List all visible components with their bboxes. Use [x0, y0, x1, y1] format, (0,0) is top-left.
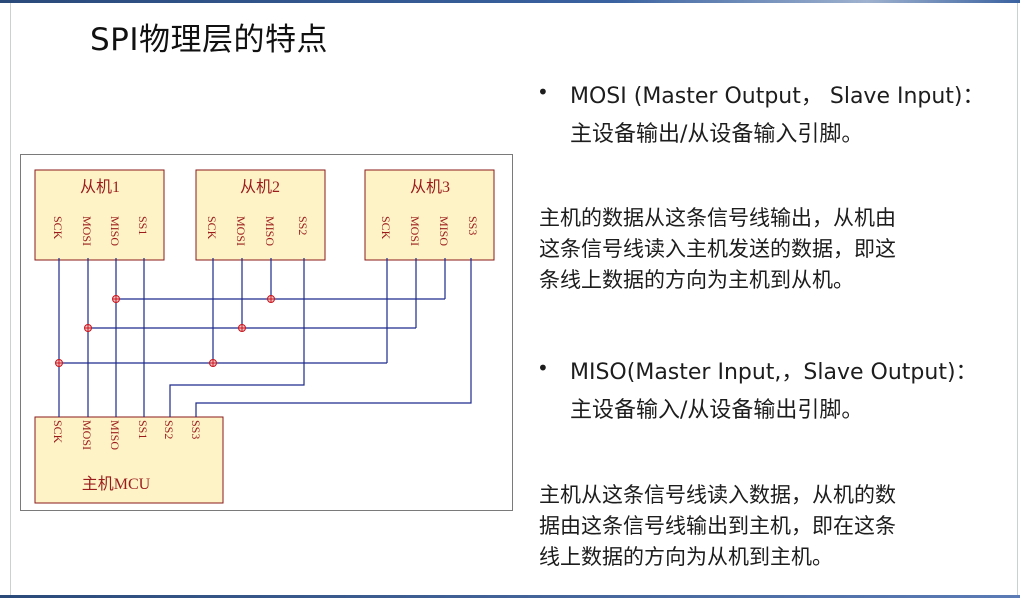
slave3-title: 从机3 — [410, 178, 450, 196]
miso-paragraph-line: 主机从这条信号线读入数据，从机的数 — [539, 483, 896, 507]
slave2-pin-miso: MISO — [263, 216, 277, 246]
slave3-pin-mosi: MOSI — [408, 216, 422, 246]
miso-heading: MISO(Master Input,，Slave Output)： — [570, 360, 978, 385]
slave1-title: 从机1 — [80, 178, 120, 196]
mosi-paragraph-line: 条线上数据的方向为主机到从机。 — [539, 268, 854, 292]
mosi-subtitle: 主设备输出/从设备输入引脚。 — [570, 122, 864, 147]
slave2-pin-mosi: MOSI — [234, 216, 248, 246]
left-border-line — [10, 3, 11, 595]
slave2-title: 从机2 — [240, 178, 280, 196]
slave2-pin-sck: SCK — [205, 216, 219, 240]
slave2-pin-ss: SS2 — [296, 216, 310, 235]
right-border-line — [1017, 3, 1018, 595]
slave1-pin-mosi: MOSI — [80, 216, 94, 246]
mosi-paragraph: 主机的数据从这条信号线输出，从机由 这条信号线读入主机发送的数据，即这 条线上数… — [539, 203, 989, 296]
master-pin-mosi: MOSI — [80, 420, 94, 450]
master-title: 主机MCU — [82, 475, 151, 493]
slave1-pin-sck: SCK — [51, 216, 65, 240]
miso-paragraph: 主机从这条信号线读入数据，从机的数 据由这条信号线输出到主机，即在这条 线上数据… — [539, 480, 989, 573]
bullet-dot-icon: • — [537, 80, 549, 104]
master-pin-ss3: SS3 — [189, 420, 203, 439]
master-pin-miso: MISO — [108, 420, 122, 450]
mosi-paragraph-line: 这条信号线读入主机发送的数据，即这 — [539, 237, 896, 261]
mosi-heading: MOSI (Master Output， Slave Input)： — [570, 84, 985, 109]
slide-title: SPI物理层的特点 — [90, 22, 329, 58]
slave3-pin-ss: SS3 — [466, 216, 480, 235]
bullet-mosi: • MOSI (Master Output， Slave Input)： 主设备… — [537, 78, 1007, 158]
miso-paragraph-line: 线上数据的方向为从机到主机。 — [539, 545, 833, 569]
slave3-pin-sck: SCK — [379, 216, 393, 240]
slave3-pin-miso: MISO — [437, 216, 451, 246]
slave1-pin-ss: SS1 — [136, 216, 150, 235]
master-pin-sck: SCK — [51, 420, 65, 444]
spi-wiring-diagram: 从机1 从机2 从机3 主机MCU SCK MOSI MISO SS1 SCK … — [20, 154, 513, 511]
miso-subtitle: 主设备输入/从设备输出引脚。 — [570, 398, 864, 423]
master-pin-ss1: SS1 — [136, 420, 150, 439]
top-accent-bar — [0, 0, 1020, 3]
bullet-miso: • MISO(Master Input,，Slave Output)： 主设备输… — [537, 354, 1007, 434]
miso-paragraph-line: 据由这条信号线输出到主机，即在这条 — [539, 514, 896, 538]
master-pin-ss2: SS2 — [162, 420, 176, 439]
bullet-dot-icon: • — [537, 356, 549, 380]
slave1-pin-miso: MISO — [108, 216, 122, 246]
mosi-paragraph-line: 主机的数据从这条信号线输出，从机由 — [539, 206, 896, 230]
